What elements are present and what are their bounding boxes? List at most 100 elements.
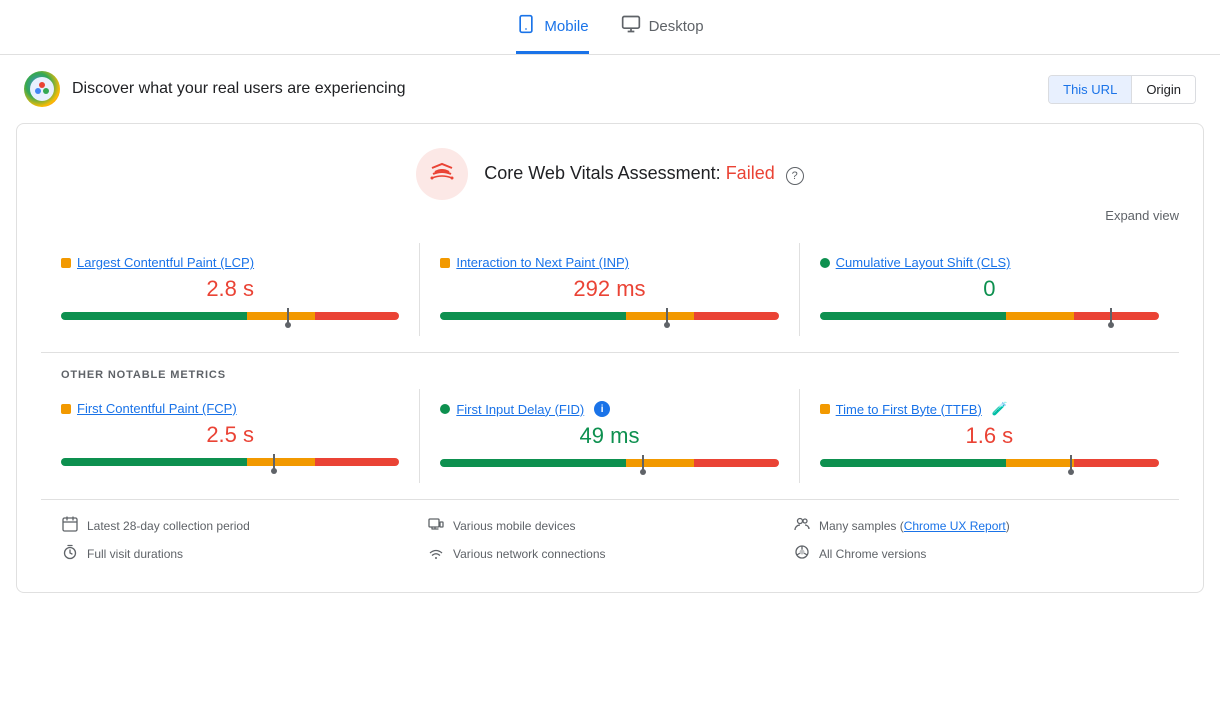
metric-dot-fcp <box>61 404 71 414</box>
bar-green-fid <box>440 459 626 467</box>
bar-track-fcp <box>61 458 399 466</box>
footer-section: Latest 28-day collection period Full vis… <box>41 499 1179 568</box>
bar-red-lcp <box>315 312 400 320</box>
footer-item-duration: Full visit durations <box>61 544 427 564</box>
metric-label-fid: First Input Delay (FID) i <box>440 401 778 417</box>
bar-red-ttfb <box>1074 459 1159 467</box>
metric-label-inp: Interaction to Next Paint (INP) <box>440 255 778 270</box>
metric-link-fcp[interactable]: First Contentful Paint (FCP) <box>77 401 237 416</box>
metric-dot-inp <box>440 258 450 268</box>
metric-cell-fid: First Input Delay (FID) i 49 ms <box>420 389 799 483</box>
bar-track-lcp <box>61 312 399 320</box>
network-icon <box>427 544 445 564</box>
metric-value-fcp: 2.5 s <box>61 422 399 448</box>
bar-red-cls <box>1074 312 1159 320</box>
progress-bar-fid <box>440 459 778 467</box>
metric-link-fid[interactable]: First Input Delay (FID) <box>456 402 584 417</box>
bar-marker-ttfb <box>1070 455 1072 471</box>
metric-value-cls: 0 <box>820 276 1159 302</box>
footer-col-2: Various mobile devices Various network c… <box>427 516 793 564</box>
other-metrics-label: OTHER NOTABLE METRICS <box>41 369 1179 381</box>
bar-marker-fcp <box>273 454 275 470</box>
this-url-button[interactable]: This URL <box>1049 76 1132 103</box>
metric-dot-ttfb <box>820 404 830 414</box>
tab-mobile[interactable]: Mobile <box>516 14 588 54</box>
mobile-icon <box>516 14 536 39</box>
metric-label-ttfb: Time to First Byte (TTFB) 🧪 <box>820 401 1159 417</box>
origin-button[interactable]: Origin <box>1132 76 1195 103</box>
flask-icon: 🧪 <box>992 401 1008 417</box>
metric-dot-lcp <box>61 258 71 268</box>
calendar-icon <box>61 516 79 536</box>
footer-network-text: Various network connections <box>453 547 606 561</box>
assessment-info-icon[interactable]: ? <box>786 167 804 185</box>
assessment-prefix: Core Web Vitals Assessment: <box>484 163 725 183</box>
bar-orange-fid <box>626 459 694 467</box>
section-divider <box>41 352 1179 353</box>
tab-bar: Mobile Desktop <box>0 0 1220 55</box>
metric-value-lcp: 2.8 s <box>61 276 399 302</box>
footer-item-samples: Many samples (Chrome UX Report) <box>793 516 1159 536</box>
metric-dot-fid <box>440 404 450 414</box>
progress-bar-cls <box>820 312 1159 320</box>
footer-devices-text: Various mobile devices <box>453 519 576 533</box>
bar-orange-fcp <box>247 458 315 466</box>
expand-view-link[interactable]: Expand view <box>41 208 1179 223</box>
bar-marker-cls <box>1110 308 1112 324</box>
bar-marker-inp <box>666 308 668 324</box>
metric-cell-ttfb: Time to First Byte (TTFB)🧪 1.6 s <box>800 389 1179 483</box>
bar-red-fcp <box>315 458 400 466</box>
progress-bar-ttfb <box>820 459 1159 467</box>
url-toggle: This URL Origin <box>1048 75 1196 104</box>
progress-bar-inp <box>440 312 778 320</box>
bar-green-inp <box>440 312 626 320</box>
bar-orange-inp <box>626 312 694 320</box>
bar-green-ttfb <box>820 459 1007 467</box>
footer-col-1: Latest 28-day collection period Full vis… <box>61 516 427 564</box>
timer-icon <box>61 544 79 564</box>
metric-cell-inp: Interaction to Next Paint (INP) 292 ms <box>420 243 799 336</box>
tab-desktop-label: Desktop <box>649 18 704 35</box>
metric-cell-lcp: Largest Contentful Paint (LCP) 2.8 s <box>41 243 420 336</box>
bar-track-ttfb <box>820 459 1159 467</box>
metric-link-cls[interactable]: Cumulative Layout Shift (CLS) <box>836 255 1011 270</box>
progress-bar-fcp <box>61 458 399 466</box>
footer-item-chrome: All Chrome versions <box>793 544 1159 564</box>
metric-value-fid: 49 ms <box>440 423 778 449</box>
metric-cell-fcp: First Contentful Paint (FCP) 2.5 s <box>41 389 420 483</box>
metric-link-lcp[interactable]: Largest Contentful Paint (LCP) <box>77 255 254 270</box>
bar-orange-ttfb <box>1006 459 1074 467</box>
metric-cell-cls: Cumulative Layout Shift (CLS) 0 <box>800 243 1179 336</box>
metric-link-inp[interactable]: Interaction to Next Paint (INP) <box>456 255 629 270</box>
footer-collection-text: Latest 28-day collection period <box>87 519 250 533</box>
main-card: Core Web Vitals Assessment: Failed ? Exp… <box>16 123 1204 593</box>
metric-label-cls: Cumulative Layout Shift (CLS) <box>820 255 1159 270</box>
crux-report-link[interactable]: Chrome UX Report <box>904 519 1006 533</box>
tab-mobile-label: Mobile <box>544 18 588 35</box>
metric-link-ttfb[interactable]: Time to First Byte (TTFB) <box>836 402 982 417</box>
bar-marker-fid <box>642 455 644 471</box>
metric-dot-cls <box>820 258 830 268</box>
tab-desktop[interactable]: Desktop <box>621 14 704 54</box>
metric-label-fcp: First Contentful Paint (FCP) <box>61 401 399 416</box>
bar-red-inp <box>694 312 779 320</box>
footer-col-3: Many samples (Chrome UX Report) All Chro… <box>793 516 1159 564</box>
desktop-icon <box>621 14 641 39</box>
metric-label-lcp: Largest Contentful Paint (LCP) <box>61 255 399 270</box>
chrome-icon <box>793 544 811 564</box>
other-metrics-grid: First Contentful Paint (FCP) 2.5 s First… <box>41 389 1179 483</box>
bar-orange-lcp <box>247 312 315 320</box>
bar-green-fcp <box>61 458 247 466</box>
footer-duration-text: Full visit durations <box>87 547 183 561</box>
assessment-status: Failed <box>726 163 775 183</box>
bar-marker-lcp <box>287 308 289 324</box>
bar-green-cls <box>820 312 1007 320</box>
info-icon[interactable]: i <box>594 401 610 417</box>
crux-icon <box>24 71 60 107</box>
bar-track-fid <box>440 459 778 467</box>
footer-item-devices: Various mobile devices <box>427 516 793 536</box>
header-title: Discover what your real users are experi… <box>72 80 405 98</box>
assessment-text: Core Web Vitals Assessment: Failed ? <box>484 163 803 185</box>
users-icon <box>793 516 811 536</box>
assessment-header: Core Web Vitals Assessment: Failed ? <box>41 148 1179 200</box>
